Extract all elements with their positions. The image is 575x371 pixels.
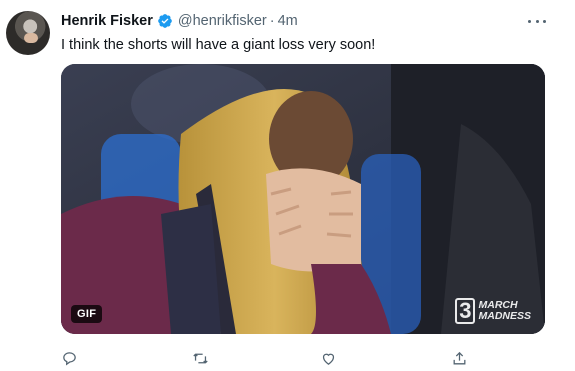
- gif-frame: [61, 64, 545, 334]
- reply-icon[interactable]: [59, 348, 79, 368]
- timestamp[interactable]: 4m: [278, 12, 298, 30]
- tweet-text: I think the shorts will have a giant los…: [61, 37, 376, 53]
- share-icon[interactable]: [449, 348, 469, 368]
- separator-dot: ·: [269, 13, 275, 29]
- like-icon[interactable]: [318, 348, 338, 368]
- media-gif[interactable]: GIF 3 MARCH MADNESS: [61, 64, 545, 334]
- avatar[interactable]: [6, 11, 50, 55]
- tweet-header: Henrik Fisker @henrikfisker · 4m: [61, 12, 535, 30]
- march-madness-text: MARCH MADNESS: [478, 299, 531, 322]
- more-horizontal-icon[interactable]: [528, 14, 546, 28]
- author-name[interactable]: Henrik Fisker: [61, 12, 153, 30]
- gif-badge: GIF: [71, 305, 103, 323]
- retweet-icon[interactable]: [190, 348, 210, 368]
- author-handle[interactable]: @henrikfisker: [178, 12, 267, 30]
- tweet-actions: [61, 348, 481, 368]
- verified-badge-icon: [157, 13, 173, 29]
- march-madness-logo: 3 MARCH MADNESS: [455, 298, 531, 324]
- march-madness-mark: 3: [455, 298, 476, 324]
